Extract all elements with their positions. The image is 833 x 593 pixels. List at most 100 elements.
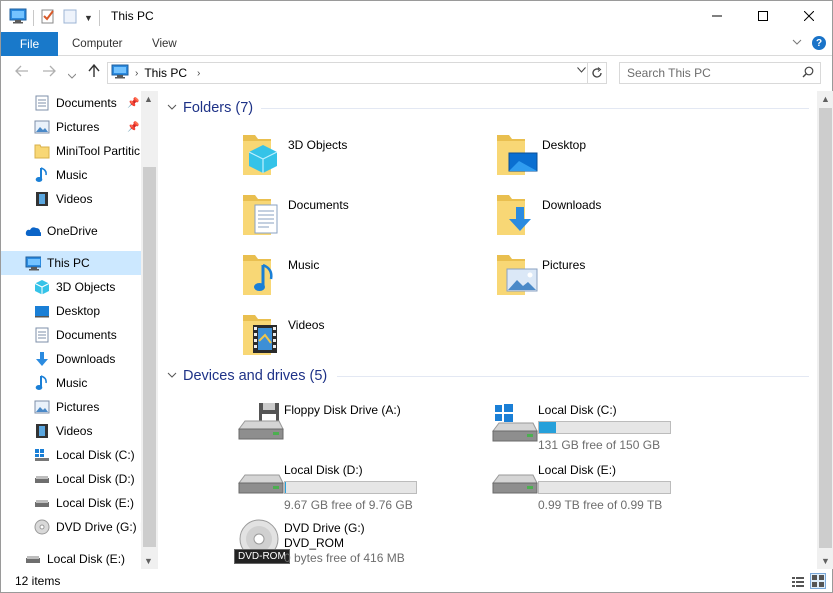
minimize-button[interactable] xyxy=(694,1,740,31)
pin-icon: 📌 xyxy=(127,121,140,133)
nav-item-local-disk-d[interactable]: Local Disk (D:) xyxy=(1,467,141,491)
nav-item-onedrive[interactable]: OneDrive xyxy=(1,219,141,243)
folder-icon xyxy=(34,143,50,159)
nav-item-downloads[interactable]: Downloads xyxy=(1,347,141,371)
up-arrow-icon[interactable] xyxy=(88,63,100,81)
folder-tile-3d-objects[interactable]: 3D Objects xyxy=(241,131,491,187)
recent-locations-icon[interactable] xyxy=(67,66,77,82)
back-arrow-icon[interactable] xyxy=(15,64,29,80)
drive-tile-dvd[interactable]: DVD-ROM DVD Drive (G:) DVD_ROM 0 bytes f… xyxy=(234,519,487,569)
3d-objects-folder-icon xyxy=(241,131,289,181)
nav-item-documents[interactable]: Documents xyxy=(1,323,141,347)
drive-name: DVD Drive (G:) xyxy=(284,521,365,535)
drive-tile-floppy[interactable]: Floppy Disk Drive (A:) xyxy=(237,401,487,457)
toolbar-separator xyxy=(98,9,100,26)
drive-usage-bar xyxy=(284,481,417,494)
nav-item-pictures-pinned[interactable]: Pictures 📌 xyxy=(1,115,141,139)
nav-item-pictures[interactable]: Pictures xyxy=(1,395,141,419)
scroll-up-icon[interactable]: ▲ xyxy=(821,94,830,104)
nav-item-label: 3D Objects xyxy=(56,280,116,294)
nav-item-music-quick[interactable]: Music xyxy=(1,163,141,187)
breadcrumb-chevron-icon[interactable]: › xyxy=(197,68,200,79)
nav-item-local-disk-e-removable[interactable]: Local Disk (E:) xyxy=(1,547,141,569)
item-count: 12 items xyxy=(15,574,61,588)
expand-ribbon-icon[interactable] xyxy=(792,38,802,49)
scroll-down-icon[interactable]: ▼ xyxy=(144,556,153,566)
desktop-folder-icon xyxy=(495,131,543,181)
pin-icon: 📌 xyxy=(127,97,140,109)
folder-tile-pictures[interactable]: Pictures xyxy=(495,251,745,307)
devices-group-header[interactable]: Devices and drives (5) xyxy=(167,365,327,387)
tiles-view-icon[interactable] xyxy=(810,573,826,589)
forward-arrow-icon[interactable] xyxy=(42,64,56,80)
nav-item-this-pc[interactable]: This PC xyxy=(1,251,141,275)
tab-view[interactable]: View xyxy=(152,32,177,56)
folder-tile-downloads[interactable]: Downloads xyxy=(495,191,745,247)
nav-scrollbar[interactable]: ▲ ▼ xyxy=(141,91,158,569)
tab-file[interactable]: File xyxy=(1,32,58,56)
quick-access-toolbar: ▼ xyxy=(9,8,100,27)
chevron-down-icon[interactable] xyxy=(167,102,181,114)
folder-name: Music xyxy=(288,258,320,272)
close-button[interactable] xyxy=(786,1,832,31)
address-bar[interactable]: › This PC › xyxy=(107,62,607,84)
folder-tile-videos[interactable]: Videos xyxy=(241,311,491,367)
folders-group-header[interactable]: Folders (7) xyxy=(167,97,253,119)
nav-scrollbar-thumb[interactable] xyxy=(143,167,156,547)
address-dropdown-icon[interactable] xyxy=(577,65,586,76)
tab-computer[interactable]: Computer xyxy=(72,32,123,56)
windows-drive-icon xyxy=(491,401,539,451)
folder-name: Videos xyxy=(288,318,325,332)
folder-tile-music[interactable]: Music xyxy=(241,251,491,307)
nav-item-videos[interactable]: Videos xyxy=(1,419,141,443)
refresh-icon[interactable] xyxy=(587,63,606,83)
nav-item-videos-quick[interactable]: Videos xyxy=(1,187,141,211)
drive-tile-d[interactable]: Local Disk (D:) 9.67 GB free of 9.76 GB xyxy=(237,461,487,517)
nav-item-local-disk-e[interactable]: Local Disk (E:) xyxy=(1,491,141,515)
windows-drive-icon xyxy=(34,447,50,463)
chevron-down-icon[interactable] xyxy=(167,370,181,382)
toolbar-separator xyxy=(33,9,34,26)
breadcrumb-chevron-icon[interactable]: › xyxy=(135,68,138,79)
nav-item-desktop[interactable]: Desktop xyxy=(1,299,141,323)
breadcrumb-this-pc[interactable]: This PC xyxy=(144,66,187,80)
nav-item-label: Music xyxy=(56,168,88,182)
folder-tile-desktop[interactable]: Desktop xyxy=(495,131,745,187)
downloads-icon xyxy=(34,351,50,367)
computer-icon[interactable] xyxy=(9,8,27,27)
drive-icon xyxy=(25,551,41,567)
nav-item-label: Local Disk (E:) xyxy=(47,552,126,566)
properties-icon[interactable] xyxy=(40,8,56,27)
nav-item-3d-objects[interactable]: 3D Objects xyxy=(1,275,141,299)
search-input[interactable] xyxy=(627,66,797,80)
nav-item-label: Local Disk (C:) xyxy=(56,448,135,462)
nav-item-label: Pictures xyxy=(56,400,100,414)
search-box[interactable] xyxy=(619,62,821,84)
maximize-button[interactable] xyxy=(740,1,786,31)
scroll-up-icon[interactable]: ▲ xyxy=(144,94,153,104)
nav-item-label: Music xyxy=(56,376,88,390)
drive-name: Local Disk (C:) xyxy=(538,403,617,417)
drive-tile-c[interactable]: Local Disk (C:) 131 GB free of 150 GB xyxy=(491,401,741,457)
nav-item-dvd-drive[interactable]: DVD Drive (G:) D xyxy=(1,515,141,539)
content-scrollbar[interactable]: ▲ ▼ xyxy=(817,91,833,569)
content-pane: Folders (7) 3D Objects Desktop Documents xyxy=(161,91,817,569)
content-scrollbar-thumb[interactable] xyxy=(819,108,832,548)
help-icon[interactable]: ? xyxy=(812,36,826,50)
drive-icon xyxy=(491,461,539,511)
new-folder-icon[interactable] xyxy=(62,8,78,27)
details-view-icon[interactable] xyxy=(790,573,806,589)
folder-tile-documents[interactable]: Documents xyxy=(241,191,491,247)
search-icon[interactable] xyxy=(802,66,814,81)
drive-name: Local Disk (D:) xyxy=(284,463,363,477)
customize-toolbar-icon[interactable]: ▼ xyxy=(84,13,93,23)
documents-icon xyxy=(34,327,50,343)
nav-item-minitool[interactable]: MiniTool Partitic xyxy=(1,139,141,163)
drive-usage-bar xyxy=(538,421,671,434)
group-divider xyxy=(261,108,809,109)
nav-item-documents-pinned[interactable]: Documents 📌 xyxy=(1,91,141,115)
drive-tile-e[interactable]: Local Disk (E:) 0.99 TB free of 0.99 TB xyxy=(491,461,741,517)
scroll-down-icon[interactable]: ▼ xyxy=(821,556,830,566)
nav-item-local-disk-c[interactable]: Local Disk (C:) xyxy=(1,443,141,467)
nav-item-music[interactable]: Music xyxy=(1,371,141,395)
